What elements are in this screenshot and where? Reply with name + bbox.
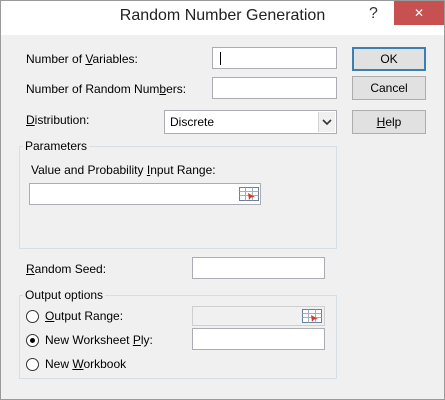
title-bar: Random Number Generation ? ✕: [1, 1, 444, 35]
new-worksheet-ply-field[interactable]: [192, 328, 325, 350]
output-options-group-title: Output options: [23, 288, 106, 302]
range-selector-icon: [239, 187, 259, 201]
close-icon: ✕: [413, 6, 425, 20]
output-range-radio[interactable]: [26, 310, 39, 323]
new-workbook-label: New Workbook: [45, 357, 127, 371]
random-number-generation-dialog: Random Number Generation ? ✕ Number of V…: [0, 0, 445, 400]
number-of-variables-label: Number of Variables:: [26, 52, 138, 66]
output-range-label: Output Range:: [45, 309, 124, 323]
range-selector-button[interactable]: [238, 185, 260, 203]
random-seed-input[interactable]: [193, 258, 324, 278]
range-selector-icon: [302, 309, 322, 323]
new-worksheet-ply-radio[interactable]: [26, 334, 39, 347]
output-range-field[interactable]: [192, 306, 325, 326]
new-worksheet-ply-label: New Worksheet Ply:: [45, 333, 153, 347]
number-of-variables-input[interactable]: [213, 48, 336, 68]
text-caret: [220, 52, 221, 65]
value-probability-range-label: Value and Probability Input Range:: [31, 163, 216, 177]
radio-selected-dot: [30, 338, 35, 343]
help-icon[interactable]: ?: [369, 5, 378, 23]
random-seed-label: Random Seed:: [26, 262, 107, 276]
close-button[interactable]: ✕: [394, 1, 444, 25]
distribution-label: Distribution:: [26, 113, 90, 127]
chevron-down-icon: [322, 118, 332, 125]
value-probability-range-input[interactable]: [30, 184, 236, 204]
dropdown-arrow-button[interactable]: [318, 112, 335, 132]
new-workbook-radio[interactable]: [26, 358, 39, 371]
output-range-input[interactable]: [193, 307, 299, 325]
output-range-selector-button[interactable]: [301, 307, 323, 325]
distribution-select[interactable]: Discrete: [164, 110, 337, 134]
number-of-random-numbers-field[interactable]: [212, 77, 337, 99]
help-button[interactable]: Help: [352, 110, 426, 134]
distribution-value: Discrete: [170, 115, 215, 129]
number-of-random-numbers-label: Number of Random Numbers:: [26, 82, 187, 96]
value-probability-range-field[interactable]: [29, 183, 261, 205]
ok-button[interactable]: OK: [352, 47, 426, 71]
number-of-random-numbers-input[interactable]: [213, 78, 336, 98]
parameters-group-title: Parameters: [23, 139, 90, 153]
random-seed-field[interactable]: [192, 257, 325, 279]
number-of-variables-field[interactable]: [212, 47, 337, 69]
new-worksheet-ply-input[interactable]: [193, 329, 324, 349]
cancel-button[interactable]: Cancel: [352, 76, 426, 100]
